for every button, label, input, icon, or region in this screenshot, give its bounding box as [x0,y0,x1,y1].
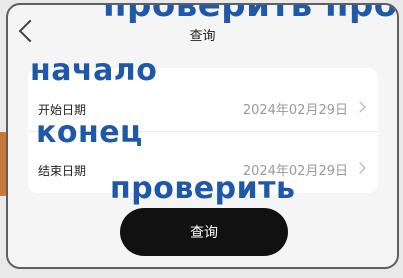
end-date-label: 结束日期 [38,164,87,178]
start-date-value: 2024年02月29日 [242,103,348,118]
overlay-check-label: проверить [110,171,296,206]
chevron-right-icon [354,101,366,113]
query-button[interactable]: 查询 [120,208,288,256]
phone-screen: проверить проверить 查询 开始日期 2024年02月29日 … [6,3,399,269]
overlay-top-text: проверить проверить [103,3,398,25]
page-title: 查询 [189,29,216,44]
overlay-end-label: конец [36,115,143,150]
chevron-right-icon [354,162,366,174]
overlay-start-label: начало [30,53,158,88]
